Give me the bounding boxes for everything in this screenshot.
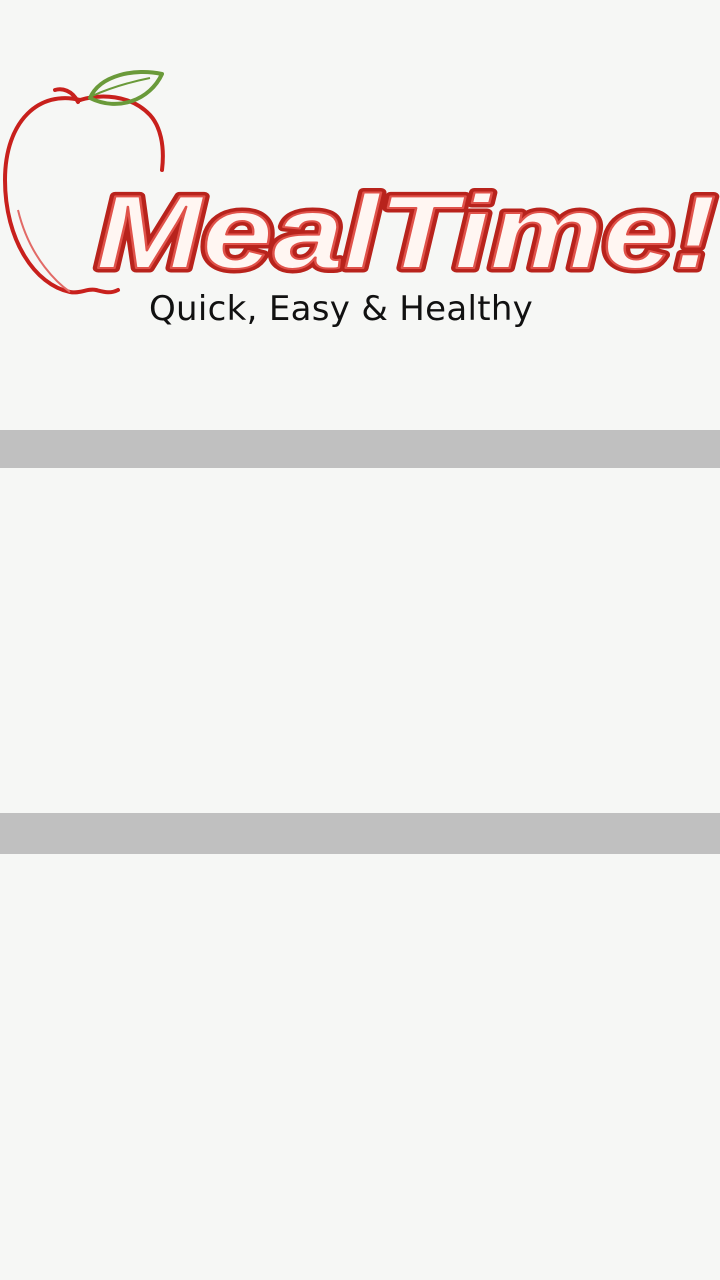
mealtime-logo: MealTime! MealTime! — [2, 69, 720, 296]
splash-screen: MealTime! MealTime! Quick, Easy & Health… — [0, 0, 720, 1280]
tagline: Quick, Easy & Healthy — [149, 289, 534, 329]
brand-wordmark: MealTime! MealTime! — [92, 171, 720, 296]
content-panel — [0, 468, 720, 813]
divider-bar — [0, 430, 720, 468]
divider-bar — [0, 813, 720, 854]
content-panel — [0, 854, 720, 1280]
brand-name: MealTime! — [96, 175, 716, 291]
